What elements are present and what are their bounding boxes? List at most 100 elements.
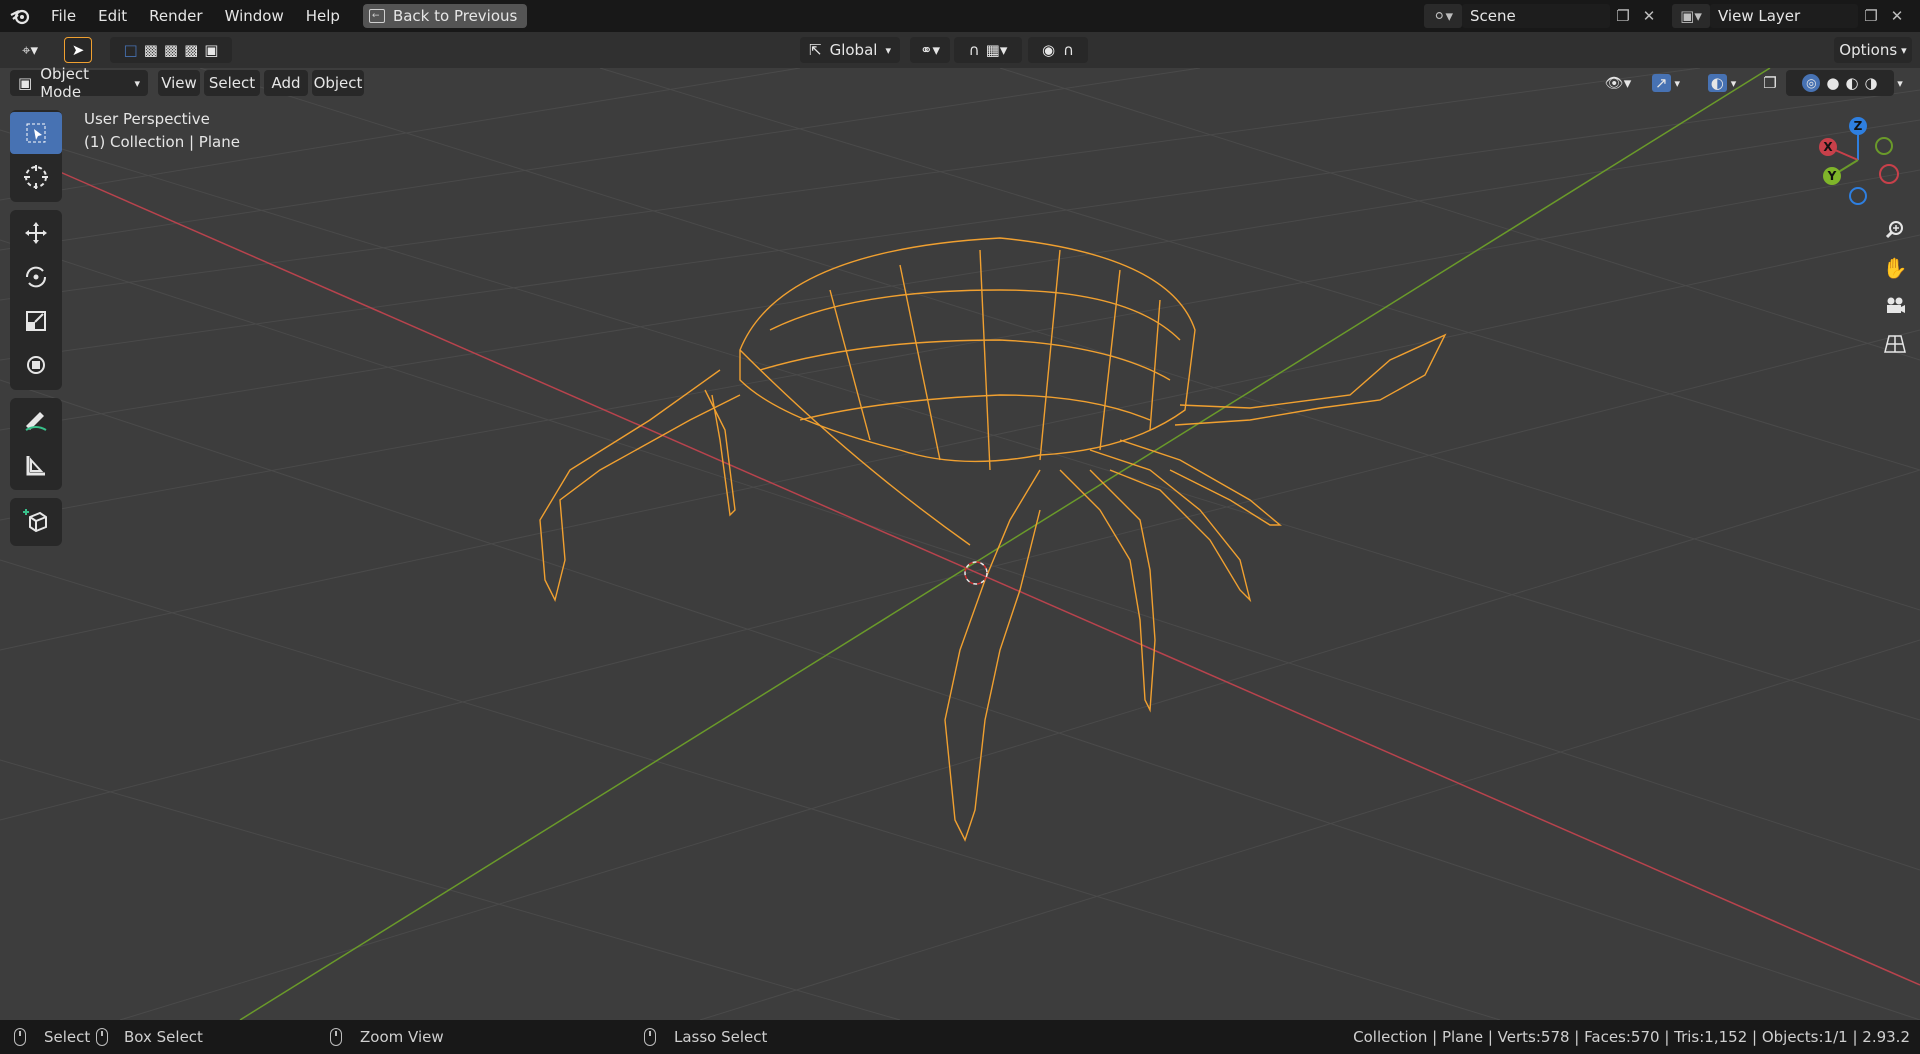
overlays-toggle[interactable]: ◐ ▾ [1702, 70, 1742, 96]
neg-z-axis-ball[interactable] [1849, 187, 1867, 205]
pencil-icon [25, 412, 47, 431]
rotate-tool[interactable] [10, 256, 62, 298]
mode-extend-icon[interactable]: ▩ [144, 41, 158, 59]
scene-name: Scene [1470, 7, 1516, 25]
selection-mode-buttons: □ ▩ ▩ ▩ ▣ [110, 37, 232, 63]
cursor-icon [24, 165, 48, 189]
object-mode-icon: ▣ [18, 74, 33, 92]
snap-controls: ∩ ▦▾ [954, 37, 1022, 63]
material-shading-icon[interactable]: ◐ [1845, 74, 1858, 92]
transform-tool[interactable] [10, 344, 62, 386]
active-collection-label: (1) Collection | Plane [84, 133, 240, 151]
transform-orientation-dropdown[interactable]: ⇱ Global ▾ [800, 37, 900, 63]
status-select-hint: Select [14, 1028, 90, 1046]
move-tool[interactable] [10, 212, 62, 254]
measure-tool[interactable] [10, 444, 62, 486]
menu-edit[interactable]: Edit [87, 0, 138, 32]
solid-shading-icon[interactable]: ● [1826, 74, 1839, 92]
proportional-editing-icon[interactable]: ◉ [1042, 41, 1055, 59]
chevron-down-icon: ▾ [134, 76, 140, 90]
mode-set-icon[interactable]: □ [124, 41, 138, 59]
camera-view-button[interactable] [1878, 289, 1912, 323]
add-menu[interactable]: Add [264, 70, 308, 96]
back-to-previous-button[interactable]: ← Back to Previous [362, 4, 528, 28]
gizmo-icon: ↗ [1651, 74, 1671, 92]
select-tool-button[interactable]: ➤ [64, 37, 92, 63]
add-cube-icon [23, 509, 47, 533]
new-scene-icon[interactable]: ❐ [1610, 4, 1636, 28]
z-axis-label: Z [1854, 119, 1863, 133]
menu-render[interactable]: Render [138, 0, 213, 32]
object-mode-value: Object Mode [40, 65, 90, 101]
viewlayer-name-field[interactable]: View Layer [1710, 4, 1858, 28]
add-cube-tool[interactable] [10, 500, 62, 542]
viewlayer-browse-button[interactable]: ▣▾ [1672, 4, 1710, 28]
viewlayer-name: View Layer [1718, 7, 1801, 25]
chevron-down-icon: ▾ [1730, 76, 1737, 90]
zoom-view-button[interactable] [1878, 213, 1912, 247]
editor-type-icon: ⌖▾ [22, 41, 38, 59]
select-menu[interactable]: Select [204, 70, 260, 96]
pan-view-button[interactable]: ✋ [1878, 251, 1912, 285]
cursor-arrow-icon: ➤ [71, 41, 85, 59]
status-zoom-view-hint: Zoom View [330, 1028, 444, 1046]
status-select-label: Select [44, 1028, 91, 1046]
gizmo-toggle[interactable]: ↗ ▾ [1646, 70, 1686, 96]
toolgroup-annotate [10, 398, 62, 490]
scene-icon: ⚪▾ [1432, 7, 1454, 25]
neg-x-axis-ball[interactable] [1879, 164, 1899, 184]
snap-increment-icon[interactable]: ▦▾ [986, 41, 1008, 59]
cursor-tool[interactable] [10, 156, 62, 198]
neg-y-axis-ball[interactable] [1875, 137, 1893, 155]
snap-magnet-icon[interactable]: ∩ [969, 41, 980, 59]
viewlayer-selector: ▣▾ View Layer ❐ ✕ [1672, 4, 1910, 28]
falloff-curve-icon[interactable]: ∩ [1063, 41, 1074, 59]
mode-difference-icon[interactable]: ▩ [184, 41, 198, 59]
new-viewlayer-icon[interactable]: ❐ [1858, 4, 1884, 28]
chevron-down-icon: ▾ [885, 43, 891, 57]
view-menu-label: View [161, 74, 197, 92]
add-menu-label: Add [271, 74, 301, 92]
editor-type-button[interactable]: ⌖▾ [10, 37, 50, 63]
ruler-icon [26, 456, 45, 476]
delete-scene-icon[interactable]: ✕ [1636, 4, 1662, 28]
proportional-editing-controls: ◉ ∩ [1028, 37, 1088, 63]
rendered-shading-icon[interactable]: ◑ [1865, 74, 1878, 92]
grid-perspective-icon [1884, 335, 1906, 353]
chevron-down-icon: ▾ [1901, 43, 1907, 57]
ortho-toggle-button[interactable] [1878, 327, 1912, 361]
navigation-gizmo[interactable]: Z X Y [1810, 112, 1910, 212]
menu-window[interactable]: Window [214, 0, 295, 32]
object-menu[interactable]: Object [312, 70, 364, 96]
visibility-dropdown[interactable]: 👁▾ [1598, 70, 1638, 96]
xray-toggle[interactable]: ❐ [1758, 70, 1782, 96]
xray-icon: ❐ [1763, 74, 1777, 92]
wireframe-shading-icon[interactable]: ◎ [1802, 74, 1821, 92]
top-menubar: File Edit Render Window Help ← Back to P… [0, 0, 1920, 32]
view-menu[interactable]: View [158, 70, 200, 96]
scene-name-field[interactable]: Scene [1462, 4, 1610, 28]
annotate-tool[interactable] [10, 400, 62, 442]
pivot-point-dropdown[interactable]: ⚭▾ [910, 37, 950, 63]
select-box-tool[interactable] [10, 112, 62, 154]
mode-intersect-icon[interactable]: ▣ [204, 41, 218, 59]
tool-settings-header: ⌖▾ ➤ □ ▩ ▩ ▩ ▣ ⇱ Global ▾ ⚭▾ ∩ ▦▾ ◉ ∩ Op… [0, 32, 1920, 68]
object-menu-label: Object [313, 74, 363, 92]
menu-help[interactable]: Help [295, 0, 351, 32]
menu-file[interactable]: File [40, 0, 87, 32]
object-mode-dropdown[interactable]: ▣ Object Mode ▾ [10, 65, 148, 101]
scene-browse-button[interactable]: ⚪▾ [1424, 4, 1462, 28]
mode-subtract-icon[interactable]: ▩ [164, 41, 178, 59]
scale-tool[interactable] [10, 300, 62, 342]
viewport-header: ▣ Object Mode ▾ View Select Add Object 👁… [0, 65, 1920, 101]
select-menu-label: Select [208, 74, 256, 92]
options-dropdown[interactable]: Options ▾ [1834, 37, 1912, 63]
status-bar: Select Box Select Zoom View Lasso Select… [0, 1020, 1920, 1054]
viewport-canvas[interactable] [0, 68, 1920, 1020]
shading-options-dropdown[interactable]: ▾ [1888, 70, 1912, 96]
view-perspective-label: User Perspective [84, 110, 210, 128]
blender-logo-icon[interactable] [0, 0, 40, 32]
delete-viewlayer-icon[interactable]: ✕ [1884, 4, 1910, 28]
3d-viewport[interactable] [0, 68, 1920, 1020]
viewlayer-icon: ▣▾ [1680, 7, 1702, 25]
